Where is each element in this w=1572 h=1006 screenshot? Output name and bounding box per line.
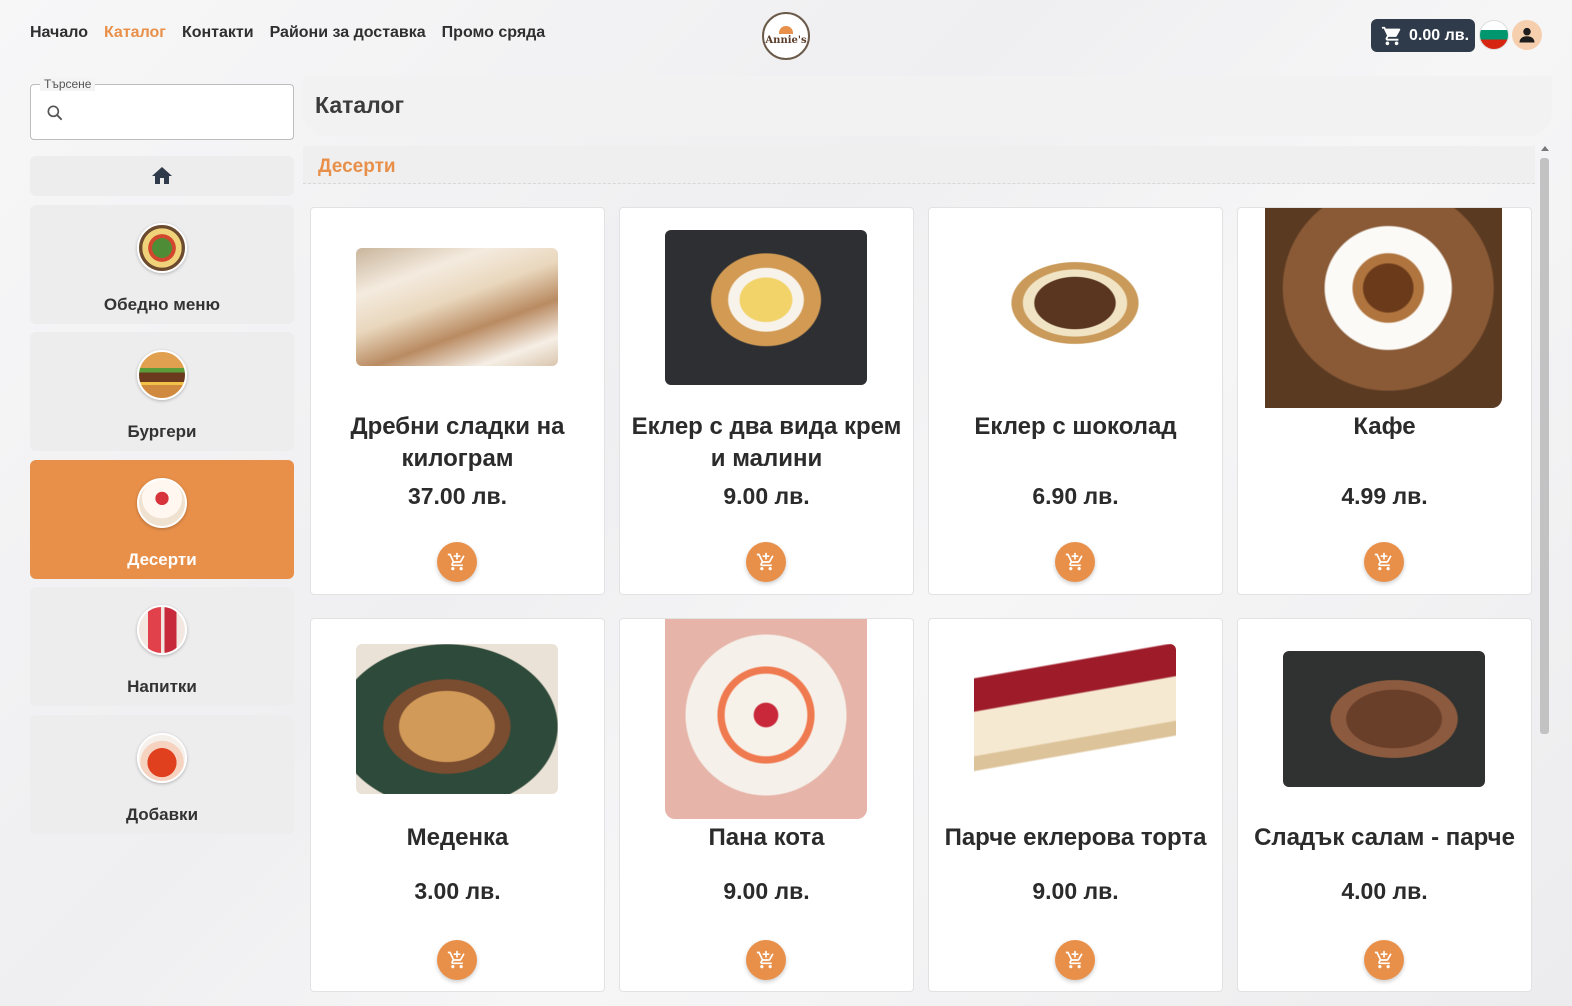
sidebar-item-label: Бургери — [127, 422, 197, 441]
product-image — [974, 644, 1176, 794]
add-to-cart-button[interactable] — [1364, 542, 1404, 582]
search-label: Търсене — [40, 77, 96, 91]
product-price: 6.90 лв. — [1032, 483, 1119, 509]
sidebar-item-label: Напитки — [127, 677, 197, 696]
nav-contacts-link[interactable]: Контакти — [182, 24, 254, 42]
add-to-cart-icon — [447, 552, 465, 571]
product-card[interactable]: Еклер с шоколад 6.90 лв. — [928, 207, 1223, 595]
top-navigation: Начало Каталог Контакти Райони за достав… — [30, 24, 545, 42]
product-price: 4.00 лв. — [1341, 878, 1428, 904]
add-to-cart-icon — [756, 950, 774, 969]
product-price: 3.00 лв. — [414, 878, 501, 904]
sidebar-item-drinks[interactable]: Напитки — [30, 587, 294, 706]
nav-promo-wednesday-link[interactable]: Промо сряда — [442, 24, 546, 42]
product-price: 9.00 лв. — [1032, 878, 1119, 904]
product-name: Еклер с два вида крем и малини — [631, 413, 902, 472]
sidebar-item-label: Добавки — [125, 805, 199, 824]
home-icon — [152, 167, 172, 184]
product-card[interactable]: Парче еклерова торта 9.00 лв. — [928, 618, 1223, 992]
product-card[interactable]: Еклер с два вида крем и малини 9.00 лв. — [619, 207, 914, 595]
add-to-cart-icon — [1374, 950, 1392, 969]
product-name: Еклер с шоколад — [974, 413, 1177, 440]
burger-icon — [137, 350, 187, 400]
sidebar-item-label: Десерти — [127, 550, 197, 569]
product-image — [665, 619, 867, 819]
add-to-cart-icon — [447, 950, 465, 969]
product-price: 4.99 лв. — [1341, 483, 1428, 509]
page-title: Каталог — [315, 92, 405, 118]
product-card[interactable]: Меденка 3.00 лв. — [310, 618, 605, 992]
product-card[interactable]: Сладък салам - парче 4.00 лв. — [1237, 618, 1532, 992]
product-image — [356, 248, 558, 366]
product-image — [665, 230, 867, 385]
add-to-cart-button[interactable] — [1055, 940, 1095, 980]
section-title: Десерти — [318, 156, 396, 177]
add-to-cart-icon — [756, 552, 774, 571]
product-price: 9.00 лв. — [723, 878, 810, 904]
lunch-menu-icon — [137, 223, 187, 273]
add-to-cart-button[interactable] — [437, 542, 477, 582]
scrollbar-thumb[interactable] — [1540, 158, 1549, 734]
logo-cupcake-icon — [779, 26, 793, 34]
sidebar-item-lunch-menu[interactable]: Обедно меню — [30, 205, 294, 324]
cart-icon — [1381, 26, 1401, 45]
product-name: Пана кота — [708, 824, 825, 851]
product-name: Парче еклерова торта — [944, 824, 1207, 851]
sidebar-item-extras[interactable]: Добавки — [30, 715, 294, 834]
search-icon — [45, 103, 65, 128]
bulgaria-flag-icon[interactable] — [1479, 20, 1509, 50]
product-card[interactable]: Кафе 4.99 лв. — [1237, 207, 1532, 595]
nav-catalog-link[interactable]: Каталог — [104, 24, 166, 42]
add-to-cart-icon — [1065, 950, 1083, 969]
product-name: Сладък салам - парче — [1254, 824, 1515, 851]
cart-button[interactable]: 0.00 лв. — [1371, 19, 1475, 52]
sidebar-item-desserts[interactable]: Десерти — [30, 460, 294, 579]
drinks-icon — [137, 605, 187, 655]
add-to-cart-button[interactable] — [1055, 542, 1095, 582]
scroll-up-arrow-icon[interactable] — [1541, 146, 1549, 151]
add-to-cart-icon — [1065, 552, 1083, 571]
add-to-cart-button[interactable] — [746, 940, 786, 980]
product-card[interactable]: Пана кота 9.00 лв. — [619, 618, 914, 992]
nav-delivery-areas-link[interactable]: Райони за доставка — [270, 24, 426, 42]
search-box[interactable]: Търсене — [30, 77, 294, 140]
sidebar-home-button[interactable] — [30, 156, 294, 196]
product-price: 9.00 лв. — [723, 483, 810, 509]
nav-home-link[interactable]: Начало — [30, 24, 88, 42]
dessert-icon — [137, 478, 187, 528]
add-to-cart-button[interactable] — [1364, 940, 1404, 980]
logo-text: Annie's — [765, 35, 807, 46]
search-input[interactable] — [75, 95, 285, 129]
cart-total: 0.00 лв. — [1409, 26, 1470, 44]
product-image — [356, 644, 558, 794]
product-card[interactable]: Дребни сладки на килограм 37.00 лв. — [310, 207, 605, 595]
product-image — [974, 238, 1176, 368]
catalog-header: Каталог — [303, 76, 1552, 136]
add-to-cart-button[interactable] — [746, 542, 786, 582]
user-icon[interactable] — [1512, 20, 1542, 50]
product-name: Дребни сладки на килограм — [350, 413, 565, 472]
product-image — [1283, 651, 1485, 787]
sidebar-item-label: Обедно меню — [103, 295, 221, 314]
sidebar-item-burgers[interactable]: Бургери — [30, 332, 294, 451]
product-price: 37.00 лв. — [407, 483, 508, 509]
section-header: Десерти — [303, 146, 1535, 184]
product-image — [1265, 208, 1502, 408]
product-name: Кафе — [1353, 413, 1416, 440]
add-to-cart-button[interactable] — [437, 940, 477, 980]
logo[interactable]: Annie's — [762, 12, 810, 60]
extras-icon — [137, 733, 187, 783]
add-to-cart-icon — [1374, 552, 1392, 571]
product-name: Меденка — [406, 824, 509, 851]
